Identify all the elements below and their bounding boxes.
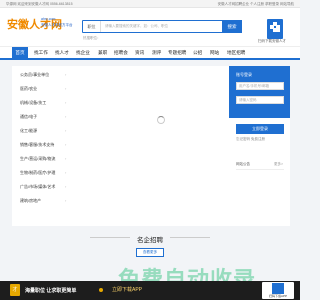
banner-carousel[interactable] xyxy=(69,66,229,226)
chevron-right-icon: › xyxy=(65,184,67,189)
category-item[interactable]: 机械/设备/技工 › xyxy=(20,100,66,106)
nav-news[interactable]: 资讯 xyxy=(135,47,144,59)
nav-home[interactable]: 首页 xyxy=(12,47,28,59)
site-header: 安徽人才网 ahrc.com 安徽人才网官方平台 职位 请输入要搜索的关键字，如… xyxy=(0,8,300,46)
hot-search-label: 热搜职位： xyxy=(83,36,101,40)
chevron-right-icon: › xyxy=(65,86,67,91)
notice-title: 网站公告 xyxy=(236,162,250,166)
top-info-left: 华源网 欢迎来到安徽人才网 0556-6613815 xyxy=(6,2,73,6)
chevron-right-icon: › xyxy=(65,114,67,119)
divider xyxy=(170,237,210,238)
chevron-right-icon: › xyxy=(65,72,67,77)
app-download-link[interactable]: 立即下载APP xyxy=(112,286,142,293)
chevron-right-icon: › xyxy=(65,128,67,133)
category-item[interactable]: 生产/营运/采购/物流 › xyxy=(20,156,66,162)
chevron-right-icon: › xyxy=(65,156,67,161)
category-item[interactable]: 化工/能源 › xyxy=(20,128,66,134)
search-category-select[interactable]: 职位 xyxy=(83,21,101,32)
category-item[interactable]: 建筑/房地产 › xyxy=(20,198,66,204)
username-field[interactable]: 用户名/手机号/邮箱 xyxy=(236,82,284,90)
app-logo-icon: 才 xyxy=(10,284,20,296)
search-bar: 职位 请输入要搜索的关键字，如：公司、职位 搜索 xyxy=(82,20,242,33)
category-item[interactable]: 销售/客服/技术支持 › xyxy=(20,142,66,148)
chevron-right-icon: › xyxy=(65,198,67,203)
loading-spinner-icon xyxy=(157,116,165,124)
category-item[interactable]: 医药/农业 › xyxy=(20,86,66,92)
nav-special-recruit[interactable]: 专题招聘 xyxy=(168,47,186,59)
password-field[interactable]: 请输入密码 xyxy=(236,96,284,104)
dot-icon xyxy=(99,288,103,292)
site-logo[interactable]: 安徽人才网 ahrc.com 安徽人才网官方平台 xyxy=(7,16,73,36)
nav-find-company[interactable]: 找企业 xyxy=(76,47,90,59)
section-title: 名企招聘 xyxy=(0,234,300,244)
view-more-button[interactable]: 查看更多 xyxy=(136,248,164,257)
qr-label: 扫码下载安徽人才 xyxy=(258,39,286,43)
search-input[interactable]: 请输入要搜索的关键字，如：公司、职位 xyxy=(105,21,168,32)
nav-assessment[interactable]: 测评 xyxy=(152,47,161,59)
category-item[interactable]: 广告/市场/媒体/艺术 › xyxy=(20,184,66,190)
top-info-links[interactable]: 安徽人才网招聘企业 个人注册 求职登录 网站导航 xyxy=(218,2,294,7)
login-panel-title: 账号登录 xyxy=(236,72,252,77)
job-category-list: 公务员/事业单位 › 医药/农业 › 机械/设备/技工 › 通信/电子 › 化工/能源 ›… xyxy=(12,66,69,226)
search-button[interactable]: 搜索 xyxy=(222,20,242,33)
logo-domain: ahrc.com xyxy=(41,17,56,21)
section-title-text: 名企招聘 xyxy=(137,237,163,244)
nav-regional-recruit[interactable]: 地区招聘 xyxy=(227,47,245,59)
app-download-bar: 才 海量职位 让求职更简单 立即下载APP 扫码下载APP xyxy=(0,281,300,300)
main-panel: 公务员/事业单位 › 医药/农业 › 机械/设备/技工 › 通信/电子 › 化工/能源 ›… xyxy=(12,66,229,226)
divider xyxy=(236,169,284,170)
app-qr-panel: 扫码下载APP xyxy=(262,282,294,299)
app-promo-text: 海量职位 让求职更简单 xyxy=(25,288,77,294)
category-item[interactable]: 生物/制药/医疗/护理 › xyxy=(20,170,66,176)
top-info-bar: 华源网 欢迎来到安徽人才网 0556-6613815 安徽人才网招聘企业 个人注… xyxy=(0,0,300,8)
app-qr-label: 扫码下载APP xyxy=(268,294,287,298)
login-panel-header: 账号登录 用户名/手机号/邮箱 请输入密码 xyxy=(229,66,290,118)
category-item[interactable]: 公务员/事业单位 › xyxy=(20,72,66,78)
chevron-right-icon: › xyxy=(65,170,67,175)
nav-public-recruit[interactable]: 公招 xyxy=(193,47,202,59)
nav-job-fair[interactable]: 招聘会 xyxy=(114,47,128,59)
nav-find-talent[interactable]: 找人才 xyxy=(55,47,69,59)
account-links[interactable]: 忘记密码 免费注册 xyxy=(236,137,265,142)
main-nav: 首页 找工作 找人才 找企业 兼职 招聘会 资讯 测评 专题招聘 公招 网站 地… xyxy=(0,46,300,60)
app-qr-code-icon xyxy=(267,19,283,39)
nav-find-job[interactable]: 找工作 xyxy=(34,47,48,59)
category-item[interactable]: 通信/电子 › xyxy=(20,114,66,120)
notice-more-link[interactable]: 更多> xyxy=(274,162,283,167)
login-panel: 账号登录 用户名/手机号/邮箱 请输入密码 立即登录 忘记密码 免费注册 网站公… xyxy=(229,66,290,226)
qr-code-icon xyxy=(272,283,284,294)
chevron-right-icon: › xyxy=(65,100,67,105)
login-button[interactable]: 立即登录 xyxy=(236,124,284,134)
divider xyxy=(90,237,130,238)
nav-part-time[interactable]: 兼职 xyxy=(98,47,107,59)
nav-site[interactable]: 网站 xyxy=(210,47,219,59)
chevron-right-icon: › xyxy=(65,142,67,147)
logo-slogan: 安徽人才网官方平台 xyxy=(41,23,73,27)
